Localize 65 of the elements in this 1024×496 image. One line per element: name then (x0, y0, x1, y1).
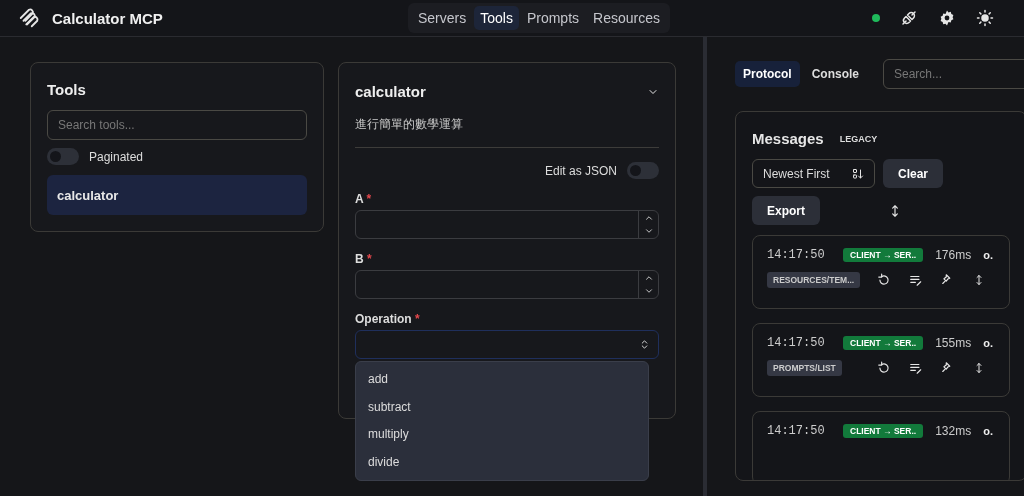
direction-badge: CLIENT → SER.. (843, 424, 924, 438)
message-card[interactable]: 14:17:50 CLIENT → SER.. 176ms o. RESOURCES/TEM... (752, 235, 1010, 309)
toggle-label: Paginated (89, 149, 144, 164)
logo-icon (18, 7, 40, 29)
dropdown-option[interactable]: subtract (356, 393, 648, 421)
dropdown-option[interactable]: add (356, 366, 648, 394)
edit-list-icon[interactable] (909, 361, 923, 375)
direction-badge: CLIENT → SER.. (843, 248, 924, 262)
status-text: o. (983, 425, 993, 437)
dropdown-option[interactable]: multiply (356, 421, 648, 449)
duration: 176ms (935, 248, 972, 262)
number-input-field[interactable] (355, 210, 659, 239)
required-mark: * (367, 252, 372, 266)
panel-tab[interactable]: Protocol (735, 61, 800, 87)
nav-tab[interactable]: Tools (474, 6, 519, 30)
edit-as-json-toggle[interactable] (627, 162, 659, 179)
replay-icon[interactable] (877, 361, 891, 375)
timestamp: 14:17:50 (767, 336, 826, 350)
sort-select[interactable]: Newest First (752, 159, 875, 188)
tool-description: 進行簡單的數學運算 (355, 116, 464, 133)
field-label: Operation * (355, 312, 421, 326)
status-text: o. (983, 337, 993, 349)
expand-vertical-icon[interactable] (973, 273, 985, 287)
select-field[interactable] (355, 330, 659, 359)
message-card[interactable]: 14:17:50 CLIENT → SER.. 155ms o. PROMPTS/LIST (752, 323, 1010, 397)
edit-list-icon[interactable] (909, 273, 923, 287)
legacy-label: LEGACY (839, 133, 878, 144)
nav-tab[interactable]: Resources (587, 6, 666, 30)
app-title: Calculator MCP (52, 9, 163, 27)
dropdown-option[interactable]: divide (356, 448, 648, 476)
clear-button[interactable]: Clear (883, 159, 944, 188)
panel-title: Tools (47, 81, 87, 98)
duration: 155ms (935, 336, 972, 350)
method-badge: PROMPTS/LIST (767, 360, 842, 376)
panel-tab[interactable]: Console (803, 61, 867, 87)
field-label: B * (355, 252, 373, 266)
expand-vertical-icon[interactable] (973, 361, 985, 375)
search-field[interactable]: Search... (883, 59, 1024, 89)
paginated-toggle[interactable] (47, 148, 79, 165)
message-card[interactable]: 14:17:50 CLIENT → SER.. 132ms o. (752, 411, 1010, 480)
search-field[interactable]: Search tools... (47, 110, 307, 140)
status-text: o. (983, 249, 993, 261)
required-mark: * (415, 312, 420, 326)
number-input-field[interactable] (355, 270, 659, 299)
timestamp: 14:17:50 (767, 248, 826, 262)
replay-icon[interactable] (877, 273, 891, 287)
duration: 132ms (935, 424, 972, 438)
panel-title: Messages (752, 130, 824, 147)
toggle-label: Edit as JSON (544, 163, 617, 178)
sort-icon (852, 167, 864, 180)
nav-tab[interactable]: Prompts (520, 6, 586, 30)
direction-badge: CLIENT → SER.. (843, 336, 924, 350)
settings-icon[interactable] (938, 9, 956, 27)
timestamp: 14:17:50 (767, 424, 826, 438)
nav-tab[interactable]: Servers (412, 6, 473, 30)
plug-icon[interactable] (900, 9, 918, 27)
tool-list-item[interactable]: calculator (47, 175, 307, 215)
export-button[interactable]: Export (752, 196, 820, 225)
sort-select-value: Newest First (763, 166, 830, 181)
sun-icon[interactable] (976, 9, 994, 27)
up-down-chevron-icon (639, 339, 650, 350)
field-label: A * (355, 192, 373, 206)
method-badge: RESOURCES/TEM... (767, 272, 861, 288)
required-mark: * (366, 192, 372, 206)
tool-title: calculator (355, 83, 426, 100)
